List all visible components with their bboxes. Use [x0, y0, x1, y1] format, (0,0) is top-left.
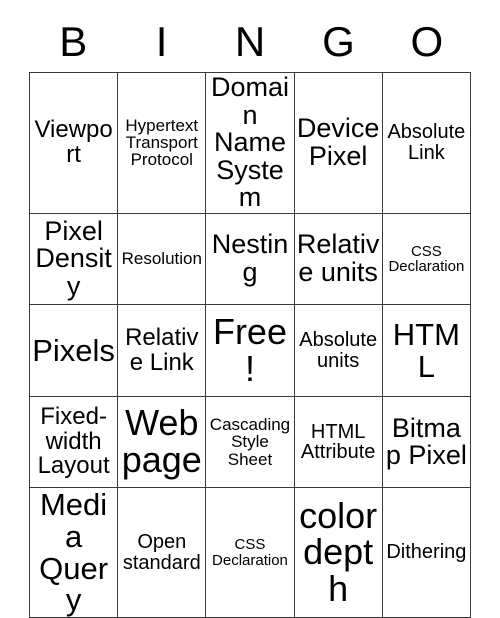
bingo-cell-label: Pixel Density [35, 215, 112, 301]
bingo-header-letter-o: O [410, 18, 444, 65]
bingo-cell-label: Resolution [121, 249, 202, 269]
bingo-cell-label: HTML Attribute [300, 420, 376, 464]
bingo-cell[interactable]: Relative Link [117, 304, 207, 397]
bingo-header-row: B I N G O [29, 12, 471, 72]
bingo-grid: Viewport Hypertext Transport Protocol Do… [28, 72, 472, 618]
bingo-cell[interactable]: CSS Declaration [381, 212, 472, 306]
bingo-cell[interactable]: Open standard [117, 487, 207, 618]
bingo-cell-label: CSS Declaration [212, 536, 288, 569]
bingo-card: B I N G O Viewport Hypertext Transport P… [28, 12, 472, 618]
bingo-row: Media Query Open standard CSS Declaratio… [28, 487, 472, 618]
bingo-row: Viewport Hypertext Transport Protocol Do… [28, 72, 472, 214]
bingo-cell-label: Bitmap Pixel [385, 412, 467, 471]
bingo-cell-label: Fixed-width Layout [37, 403, 110, 480]
bingo-header-letter-n: N [234, 18, 266, 65]
bingo-cell-label: Device Pixel [296, 113, 380, 171]
bingo-cell-label: Viewport [34, 116, 113, 168]
bingo-cell[interactable]: Device Pixel [293, 72, 383, 214]
bingo-cell-label: Pixels [32, 332, 115, 368]
bingo-cell[interactable]: Web page [117, 395, 207, 489]
bingo-cell[interactable]: Absolute units [293, 304, 383, 397]
bingo-cell-label: Free! [212, 310, 287, 389]
bingo-row: Fixed-width Layout Web page Cascading St… [28, 395, 472, 489]
bingo-cell[interactable]: Absolute Link [381, 72, 472, 214]
bingo-cell[interactable]: Cascading Style Sheet [205, 395, 295, 489]
bingo-cell-label: Domain Name System [210, 72, 289, 213]
bingo-cell-label: Open standard [122, 531, 201, 574]
bingo-cell[interactable]: HTML [381, 304, 472, 397]
bingo-cell-label: CSS Declaration [388, 242, 465, 275]
bingo-cell-label: Absolute Link [387, 121, 466, 164]
bingo-cell-label: HTML [392, 316, 460, 384]
bingo-cell[interactable]: Pixel Density [28, 212, 119, 306]
bingo-header-letter-g: G [322, 18, 355, 65]
bingo-cell-free[interactable]: Free! [205, 304, 295, 397]
bingo-cell[interactable]: Pixels [28, 304, 119, 397]
bingo-cell-label: Media Query [39, 487, 109, 618]
bingo-header-letter-i: I [155, 18, 168, 65]
bingo-cell[interactable]: Bitmap Pixel [381, 395, 472, 489]
bingo-cell-label: Web page [121, 402, 202, 481]
bingo-cell[interactable]: Nesting [205, 212, 295, 306]
bingo-cell[interactable]: Fixed-width Layout [28, 395, 119, 489]
bingo-cell-label: Hypertext Transport Protocol [125, 115, 199, 170]
bingo-cell[interactable]: Viewport [28, 72, 119, 214]
bingo-header-letter-b: B [59, 18, 88, 65]
bingo-cell-label: Cascading Style Sheet [209, 415, 291, 469]
bingo-row: Pixels Relative Link Free! Absolute unit… [28, 304, 472, 397]
bingo-cell[interactable]: color depth [293, 487, 383, 618]
bingo-cell[interactable]: Relative units [293, 212, 383, 306]
bingo-cell[interactable]: Dithering [381, 487, 472, 618]
bingo-cell[interactable]: HTML Attribute [293, 395, 383, 489]
bingo-cell-label: Relative units [296, 229, 380, 287]
bingo-cell-label: Dithering [386, 541, 467, 564]
bingo-cell-label: color depth [299, 494, 378, 610]
bingo-cell[interactable]: CSS Declaration [205, 487, 295, 618]
bingo-row: Pixel Density Resolution Nesting Relativ… [28, 212, 472, 306]
bingo-cell-label: Relative Link [125, 324, 199, 376]
bingo-cell-label: Absolute units [299, 329, 378, 372]
bingo-cell[interactable]: Resolution [117, 212, 207, 306]
bingo-cell[interactable]: Media Query [28, 487, 119, 618]
bingo-cell[interactable]: Domain Name System [205, 72, 295, 214]
bingo-cell[interactable]: Hypertext Transport Protocol [117, 72, 207, 214]
bingo-cell-label: Nesting [211, 229, 289, 287]
